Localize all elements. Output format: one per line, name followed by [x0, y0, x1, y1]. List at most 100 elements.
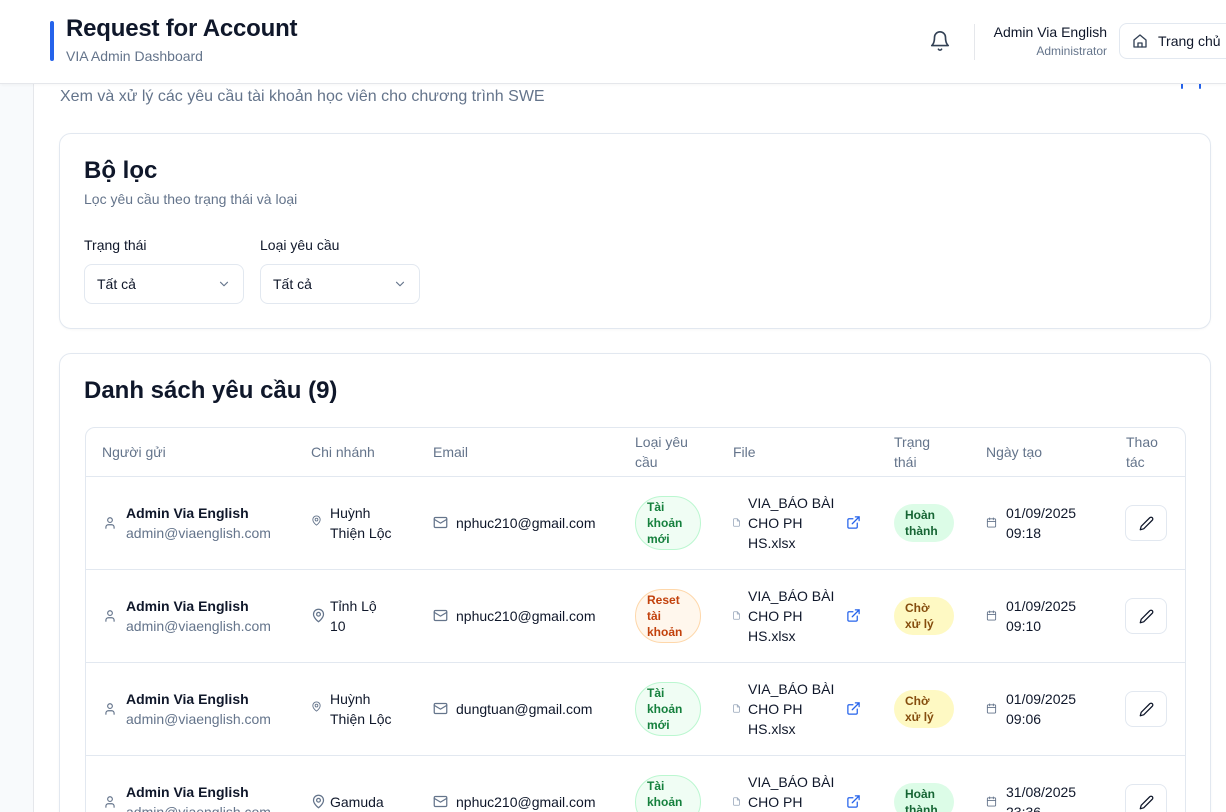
header-accent-bar: [50, 21, 54, 61]
type-filter-label: Loại yêu cầu: [260, 237, 340, 253]
file-icon: [733, 704, 740, 713]
sidebar-edge: [0, 0, 34, 812]
status-filter-select[interactable]: Tất cả: [84, 264, 244, 304]
status-badge: Chờ xử lý: [894, 690, 954, 728]
mail-icon: [433, 516, 448, 529]
status-filter-label: Trạng thái: [84, 237, 147, 253]
sender-email: admin@viaenglish.com: [126, 525, 271, 541]
sender-email: admin@viaenglish.com: [126, 804, 271, 812]
branch: Tỉnh Lộ 10: [330, 598, 377, 634]
edit-button[interactable]: [1125, 505, 1167, 541]
file-name: VIA_BÁO BÀI CHO PH HS.xlsx: [748, 588, 835, 644]
pencil-icon: [1139, 516, 1153, 530]
status-badge: Hoàn thành: [894, 504, 954, 542]
page-title: Request for Account: [66, 15, 298, 42]
calendar-icon: [986, 796, 997, 807]
created-date: 01/09/2025 09:10: [1006, 598, 1077, 634]
pencil-icon: [1139, 609, 1153, 623]
sender-name: Admin Via English: [126, 598, 249, 614]
mail-icon: [433, 702, 448, 715]
mail-icon: [433, 795, 448, 808]
branch: Gamuda: [330, 794, 384, 810]
col-created: Ngày tạo: [986, 444, 1043, 460]
email-value: dungtuan@gmail.com: [456, 701, 593, 717]
table-row: Admin Via English admin@viaenglish.com Huỳ…: [86, 663, 1185, 756]
edit-button[interactable]: [1125, 784, 1167, 812]
top-header: Request for Account VIA Admin Dashboard …: [0, 0, 1226, 84]
request-list-card: Danh sách yêu cầu (9) Người gửi Chi nhán…: [59, 353, 1211, 812]
filter-description: Lọc yêu cầu theo trạng thái và loại: [84, 191, 298, 207]
email-value: nphuc210@gmail.com: [456, 794, 596, 810]
request-type-badge: Tài khoản mới: [635, 682, 701, 736]
file-icon: [733, 797, 740, 806]
status-badge: Hoàn thành: [894, 783, 954, 812]
edit-button[interactable]: [1125, 598, 1167, 634]
branch: Huỳnh Thiện Lộc: [330, 505, 392, 541]
col-type: Loại yêu cầu: [635, 434, 688, 470]
request-type-badge: Tài khoản mới: [635, 496, 701, 550]
chevron-down-icon: [219, 281, 229, 287]
table-header: Người gửi Chi nhánh Email Loại yêu cầu F…: [86, 428, 1185, 477]
pencil-icon: [1139, 702, 1153, 716]
home-button[interactable]: Trang chủ: [1119, 23, 1226, 59]
filter-card: Bộ lọc Lọc yêu cầu theo trạng thái và lo…: [59, 133, 1211, 329]
col-status: Trạng thái: [894, 434, 931, 470]
table-row: Admin Via English admin@viaenglish.com Huỳ…: [86, 477, 1185, 570]
request-table: Người gửi Chi nhánh Email Loại yêu cầu F…: [85, 427, 1186, 812]
calendar-icon: [986, 703, 997, 714]
request-type-badge: Tài khoản mới: [635, 775, 701, 812]
file-name: VIA_BÁO BÀI CHO PH HS.xlsx: [748, 681, 835, 737]
created-date: 01/09/2025 09:18: [1006, 505, 1077, 541]
email-value: nphuc210@gmail.com: [456, 608, 596, 624]
home-button-label: Trang chủ: [1158, 33, 1221, 49]
user-role: Administrator: [1036, 44, 1107, 58]
status-filter-value: Tất cả: [97, 276, 136, 292]
file-icon: [733, 518, 740, 527]
table-row: Admin Via English admin@viaenglish.com Gam…: [86, 756, 1185, 812]
user-name: Admin Via English: [993, 24, 1107, 40]
file-name: VIA_BÁO BÀI CHO PH HS.xlsx: [748, 495, 835, 551]
external-link-icon[interactable]: [846, 515, 861, 530]
bell-icon[interactable]: [929, 30, 951, 52]
header-divider: [974, 24, 975, 60]
file-name: VIA_BÁO BÀI CHO PH HS.xlsx: [748, 774, 835, 810]
external-link-icon[interactable]: [846, 608, 861, 623]
created-date: 01/09/2025 09:06: [1006, 691, 1077, 727]
home-icon: [1133, 34, 1147, 48]
col-actions: Thao tác: [1126, 434, 1158, 470]
calendar-icon: [986, 610, 997, 621]
external-link-icon[interactable]: [846, 701, 861, 716]
user-icon: [105, 610, 115, 622]
map-pin-icon: [312, 701, 321, 712]
map-pin-icon: [312, 515, 321, 526]
col-file: File: [733, 444, 756, 460]
map-pin-icon: [312, 608, 325, 623]
sender-name: Admin Via English: [126, 505, 249, 521]
user-icon: [105, 796, 115, 808]
external-link-icon[interactable]: [846, 794, 861, 809]
intro-text: Xem và xử lý các yêu cầu tài khoản học v…: [60, 88, 545, 105]
sender-name: Admin Via English: [126, 784, 249, 800]
created-date: 31/08/2025 23:36: [1006, 784, 1077, 812]
email-value: nphuc210@gmail.com: [456, 515, 596, 531]
map-pin-icon: [312, 794, 325, 809]
col-email: Email: [433, 444, 469, 460]
mail-icon: [433, 609, 448, 622]
col-branch: Chi nhánh: [311, 444, 375, 460]
calendar-icon: [986, 517, 997, 528]
page-subtitle: VIA Admin Dashboard: [66, 48, 203, 64]
pencil-icon: [1139, 795, 1153, 809]
user-icon: [105, 703, 115, 715]
request-type-badge: Reset tài khoản: [635, 589, 701, 643]
request-list-title: Danh sách yêu cầu (9): [84, 377, 338, 404]
user-icon: [105, 517, 115, 529]
sender-name: Admin Via English: [126, 691, 249, 707]
file-icon: [733, 611, 740, 620]
edit-button[interactable]: [1125, 691, 1167, 727]
col-sender: Người gửi: [102, 444, 166, 460]
type-filter-value: Tất cả: [273, 276, 312, 292]
status-badge: Chờ xử lý: [894, 597, 954, 635]
sender-email: admin@viaenglish.com: [126, 711, 271, 727]
sender-email: admin@viaenglish.com: [126, 618, 271, 634]
type-filter-select[interactable]: Tất cả: [260, 264, 420, 304]
